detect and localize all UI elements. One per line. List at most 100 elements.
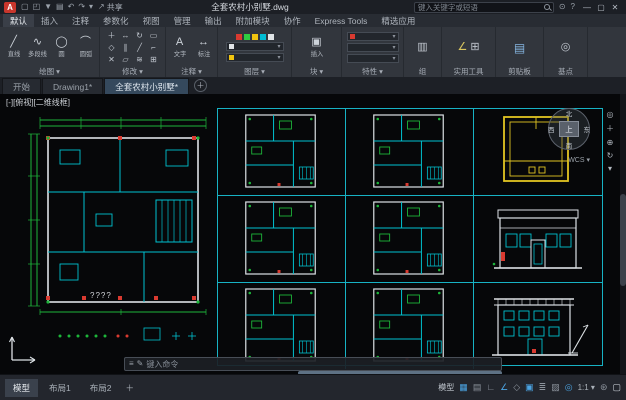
ribbon-tab-featured-apps[interactable]: 精选应用 [374, 14, 422, 27]
annotation-scale-button[interactable]: 1:1 ▾ [578, 383, 595, 392]
transparency-toggle-icon[interactable]: ▨ [551, 383, 560, 392]
panel-block-label[interactable]: 块▾ [292, 66, 341, 77]
ribbon-tab-collaborate[interactable]: 协作 [277, 14, 308, 27]
polar-toggle-icon[interactable]: ∠ [500, 383, 508, 392]
trim-icon[interactable]: ╱ [133, 42, 146, 53]
viewcube-west-label[interactable]: 西 [548, 124, 555, 134]
explode-icon[interactable]: ⊞ [147, 54, 160, 65]
open-file-icon[interactable]: ◰ [33, 3, 41, 11]
orbit-icon[interactable]: ↻ [607, 151, 614, 160]
clean-screen-icon[interactable]: ▢ [612, 382, 621, 393]
panel-utilities-label[interactable]: 实用工具 [442, 66, 495, 77]
settings-gear-icon[interactable]: ⊛ [600, 383, 608, 392]
ribbon-tab-home[interactable]: 默认 [3, 14, 34, 27]
scale-icon[interactable]: ◇ [105, 42, 118, 53]
array-icon[interactable]: ≋ [133, 54, 146, 65]
ribbon-tab-insert[interactable]: 插入 [34, 14, 65, 27]
model-space-button[interactable]: 模型 [438, 382, 454, 393]
ribbon-tab-manage[interactable]: 管理 [167, 14, 198, 27]
measure-icon[interactable]: ∠ [457, 42, 467, 53]
new-tab-button[interactable]: ＋ [194, 79, 207, 92]
help-icon[interactable]: ? [571, 3, 575, 11]
panel-modify-label[interactable]: 修改▾ [100, 66, 165, 77]
app-menu-button[interactable]: A [4, 2, 16, 13]
ribbon-tab-annotate[interactable]: 注释 [65, 14, 96, 27]
layout-tab-model[interactable]: 模型 [5, 379, 38, 397]
panel-properties-label[interactable]: 特性▾ [342, 66, 403, 77]
viewcube-top-face[interactable]: 上 [559, 121, 579, 137]
dynamic-input-toggle-icon[interactable]: ◎ [565, 383, 573, 392]
move-icon[interactable]: ＋ [105, 30, 118, 41]
ribbon-tab-addins[interactable]: 附加模块 [229, 14, 277, 27]
viewport-controls-label[interactable]: [-][俯视][二维线框] [6, 97, 70, 108]
file-tab-active-document[interactable]: 全套农村小别墅* [104, 78, 189, 94]
panel-groups-label[interactable]: 组 [404, 66, 441, 77]
polyline-tool[interactable]: ∿多段线 [27, 36, 48, 59]
save-icon[interactable]: ▼ [44, 3, 52, 11]
circle-tool[interactable]: ◯圆 [51, 36, 72, 59]
viewcube-east-label[interactable]: 东 [584, 124, 591, 134]
redo-icon[interactable]: ↷ [78, 3, 85, 11]
fillet-icon[interactable]: ⌐ [147, 42, 160, 53]
rotate-icon[interactable]: ↻ [133, 30, 146, 41]
lineweight-toggle-icon[interactable]: ≣ [539, 383, 547, 392]
search-box[interactable] [414, 2, 554, 13]
grid-toggle-icon[interactable]: ▦ [459, 383, 468, 392]
steering-wheel-icon[interactable]: ◎ [607, 110, 614, 119]
ribbon-tab-view[interactable]: 视图 [136, 14, 167, 27]
panel-annotate-label[interactable]: 注释▾ [166, 66, 217, 77]
isodraft-toggle-icon[interactable]: ◇ [513, 383, 520, 392]
model-space-viewport[interactable]: [-][俯视][二维线框] ???? 北 南 西 东 上 WCS ▾ ◎ ＋ ⊕ [0, 94, 626, 374]
line-tool[interactable]: ╱直线 [3, 36, 24, 59]
panel-basepoint-label[interactable]: 基点 [544, 66, 587, 77]
dimension-tool[interactable]: ↔标注 [193, 36, 214, 59]
command-line[interactable]: ≡ ✎ [124, 357, 502, 371]
stretch-icon[interactable]: ▭ [147, 30, 160, 41]
layer-filter-dropdown[interactable]: ▾ [226, 53, 284, 62]
insert-block-tool[interactable]: ▣插入 [305, 36, 329, 59]
ortho-toggle-icon[interactable]: ∟ [486, 383, 495, 392]
group-icon[interactable]: ▥ [417, 42, 427, 53]
ribbon-tab-parametric[interactable]: 参数化 [96, 14, 136, 27]
new-file-icon[interactable]: ▢ [21, 3, 29, 11]
lineweight-dropdown[interactable]: ▾ [347, 54, 399, 63]
erase-icon[interactable]: ✕ [105, 54, 118, 65]
zoom-icon[interactable]: ⊕ [607, 138, 614, 147]
print-icon[interactable]: ▤ [56, 3, 64, 11]
search-input[interactable] [418, 3, 544, 12]
snap-toggle-icon[interactable]: ▤ [473, 383, 482, 392]
ribbon-tab-express-tools[interactable]: Express Tools [308, 14, 375, 27]
file-tab-drawing1[interactable]: Drawing1* [42, 78, 103, 94]
panel-draw-label[interactable]: 绘图▾ [0, 66, 99, 77]
wcs-menu[interactable]: WCS ▾ [568, 156, 590, 164]
ribbon-tab-output[interactable]: 输出 [198, 14, 229, 27]
vertical-scrollbar-thumb[interactable] [620, 194, 626, 286]
layout-tab-layout2[interactable]: 布局2 [82, 379, 120, 397]
undo-icon[interactable]: ↶ [68, 3, 75, 11]
offset-icon[interactable]: ∥ [119, 42, 132, 53]
paste-icon[interactable]: ▤ [514, 42, 525, 54]
navbar-more-icon[interactable]: ▾ [608, 164, 612, 173]
account-icon[interactable]: ⊙ [559, 3, 566, 11]
panel-layers-label[interactable]: 图层▾ [218, 66, 291, 77]
close-button[interactable]: ✕ [608, 3, 622, 12]
arc-tool[interactable]: ⌒圆弧 [75, 36, 96, 59]
viewcube[interactable]: 北 南 西 东 上 [546, 106, 592, 152]
file-tab-start[interactable]: 开始 [2, 78, 41, 94]
add-layout-button[interactable]: ＋ [122, 382, 137, 394]
basepoint-icon[interactable]: ◎ [561, 42, 571, 53]
linetype-dropdown[interactable]: ▾ [347, 43, 399, 52]
command-input[interactable] [146, 360, 497, 369]
minimize-button[interactable]: — [580, 3, 594, 12]
mirror-icon[interactable]: ↔ [119, 30, 132, 41]
panel-clipboard-label[interactable]: 剪贴板 [496, 66, 543, 77]
vertical-scrollbar-track[interactable] [620, 94, 626, 374]
layout-tab-layout1[interactable]: 布局1 [41, 379, 79, 397]
qat-dropdown-icon[interactable]: ▾ [89, 3, 93, 11]
color-dropdown[interactable]: ▾ [347, 32, 399, 41]
maximize-button[interactable]: ▢ [594, 3, 608, 12]
quick-calc-icon[interactable]: ⊞ [470, 42, 479, 53]
layer-dropdown[interactable]: ▾ [226, 42, 284, 51]
copy-icon[interactable]: ▱ [119, 54, 132, 65]
viewcube-south-label[interactable]: 南 [566, 140, 573, 150]
